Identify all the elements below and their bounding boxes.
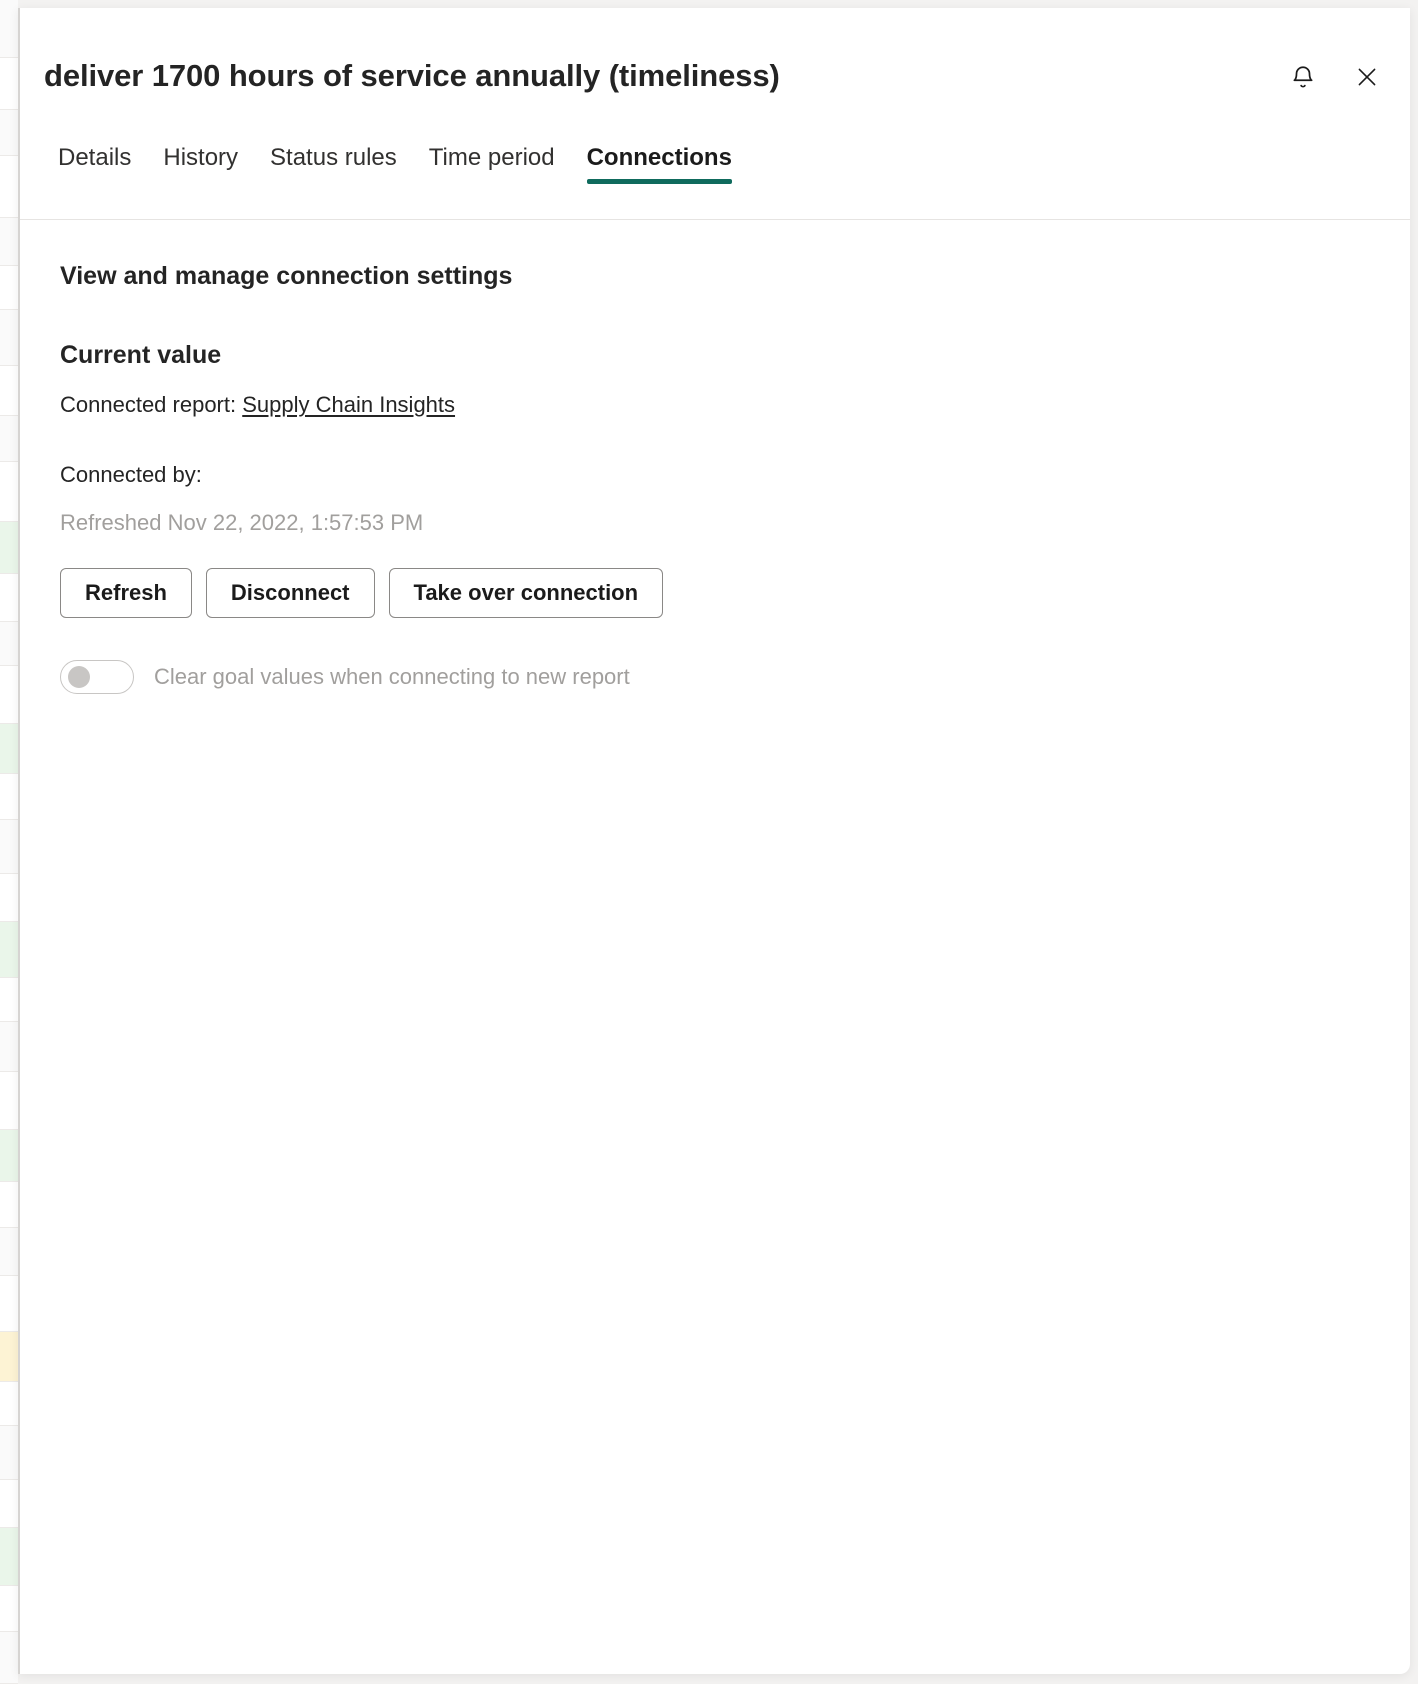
background-grid-row (0, 522, 18, 574)
background-grid-row (0, 1130, 18, 1182)
background-grid-row (0, 724, 18, 774)
background-grid-row (0, 58, 18, 110)
tab-status-rules[interactable]: Status rules (254, 140, 413, 194)
toggle-knob (68, 666, 90, 688)
background-grid-row (0, 874, 18, 922)
clear-goal-values-toggle[interactable] (60, 660, 134, 694)
background-grid-row (0, 366, 18, 416)
background-grid-row (0, 1022, 18, 1072)
background-grid-row (0, 462, 18, 522)
connection-actions: Refresh Disconnect Take over connection (60, 568, 1386, 618)
current-value-heading: Current value (60, 341, 222, 369)
connected-report-label: Connected report: (60, 392, 237, 417)
background-grid-row (0, 0, 18, 58)
background-grid-row (0, 1182, 18, 1228)
background-grid-row (0, 1586, 18, 1632)
refreshed-timestamp: Refreshed Nov 22, 2022, 1:57:53 PM (60, 510, 424, 535)
background-grid-row (0, 774, 18, 820)
tab-connections[interactable]: Connections (571, 140, 748, 194)
tab-bar: Details History Status rules Time period Con… (42, 140, 748, 194)
screen-root: deliver 1700 hours of service annually (… (0, 0, 1418, 1684)
background-grid-row (0, 574, 18, 622)
background-grid-row (0, 978, 18, 1022)
background-grid-row (0, 666, 18, 724)
background-grid-row (0, 622, 18, 666)
close-icon[interactable] (1350, 60, 1384, 94)
background-grid-row (0, 1426, 18, 1480)
background-grid-row (0, 820, 18, 874)
background-grid-row (0, 1632, 18, 1684)
background-grid-row (0, 1480, 18, 1528)
background-grid-row (0, 218, 18, 266)
background-grid-row (0, 110, 18, 156)
background-grid-row (0, 1528, 18, 1586)
tab-details[interactable]: Details (42, 140, 147, 194)
background-grid-row (0, 416, 18, 462)
clear-goal-values-label: Clear goal values when connecting to new… (154, 664, 630, 689)
background-grid-row (0, 1228, 18, 1276)
background-grid (0, 0, 18, 1684)
panel-body: View and manage connection settings Curr… (20, 220, 1410, 694)
page-title: deliver 1700 hours of service annually (… (44, 58, 780, 93)
clear-goal-values-row: Clear goal values when connecting to new… (60, 660, 1386, 694)
background-grid-row (0, 1332, 18, 1382)
background-grid-row (0, 1276, 18, 1332)
bell-icon[interactable] (1286, 60, 1320, 94)
background-grid-row (0, 156, 18, 218)
disconnect-button[interactable]: Disconnect (205, 568, 375, 618)
section-heading: View and manage connection settings (60, 262, 513, 290)
connected-report-row: Connected report: Supply Chain Insights (60, 392, 1386, 418)
panel-header: deliver 1700 hours of service annually (… (20, 8, 1410, 220)
background-grid-row (0, 1382, 18, 1426)
tab-time-period[interactable]: Time period (413, 140, 571, 194)
background-grid-row (0, 266, 18, 310)
header-actions (1286, 60, 1384, 94)
refresh-button[interactable]: Refresh (60, 568, 192, 618)
goal-details-panel: deliver 1700 hours of service annually (… (18, 8, 1410, 1674)
background-grid-row (0, 310, 18, 366)
take-over-connection-button[interactable]: Take over connection (388, 568, 664, 618)
connected-report-link[interactable]: Supply Chain Insights (242, 392, 455, 417)
background-grid-row (0, 1072, 18, 1130)
tab-history[interactable]: History (147, 140, 254, 194)
connected-by-label: Connected by: (60, 462, 202, 487)
background-grid-row (0, 922, 18, 978)
